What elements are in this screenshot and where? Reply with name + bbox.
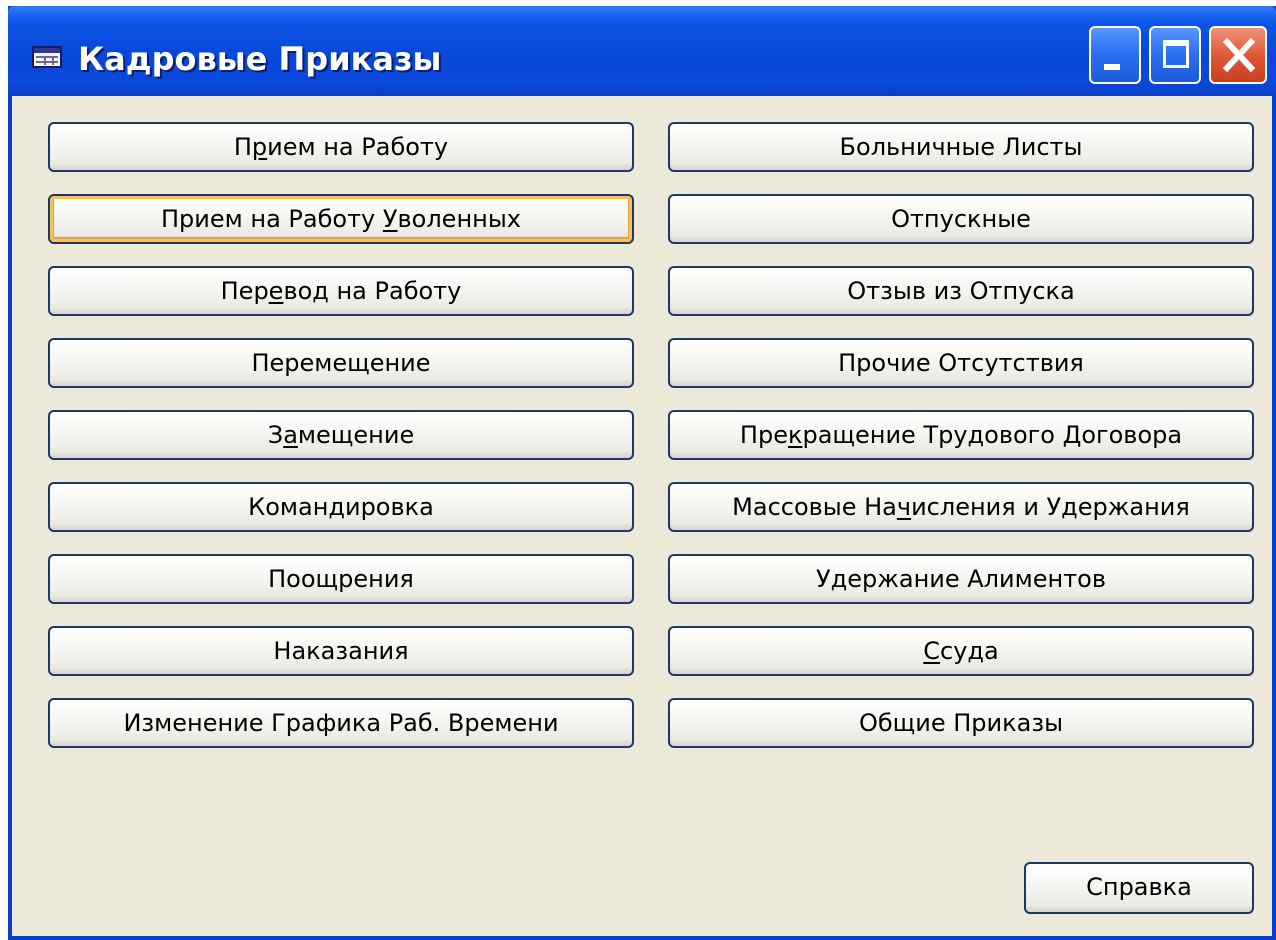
button-label: Прекращение Трудового Договора <box>739 421 1183 449</box>
sick-leave-button[interactable]: Больничные Листы <box>668 122 1254 172</box>
mass-accruals-button[interactable]: Массовые Начисления и Удержания <box>668 482 1254 532</box>
business-trip-button[interactable]: Командировка <box>48 482 634 532</box>
general-orders-button[interactable]: Общие Приказы <box>668 698 1254 748</box>
title-bar[interactable]: Кадровые Приказы <box>8 6 1276 96</box>
button-label: Наказания <box>273 637 409 665</box>
maximize-button[interactable] <box>1149 26 1201 84</box>
loan-button[interactable]: Ссуда <box>668 626 1254 676</box>
button-label: Отзыв из Отпуска <box>847 277 1075 305</box>
button-label: Изменение Графика Раб. Времени <box>123 709 559 737</box>
button-label: Больничные Листы <box>839 133 1083 161</box>
window-title: Кадровые Приказы <box>78 40 442 78</box>
button-label: Перевод на Работу <box>220 277 462 305</box>
close-button[interactable] <box>1209 26 1267 84</box>
button-label: Удержание Алиментов <box>816 565 1106 593</box>
button-label: Ссуда <box>923 637 999 665</box>
button-label: Поощрения <box>268 565 414 593</box>
minimize-icon <box>1104 64 1120 70</box>
other-absences-button[interactable]: Прочие Отсутствия <box>668 338 1254 388</box>
contract-termination-button[interactable]: Прекращение Трудового Договора <box>668 410 1254 460</box>
help-button-label: Справка <box>1086 873 1192 901</box>
rehire-dismissed-button[interactable]: Прием на Работу Уволенных <box>48 194 634 244</box>
hire-button[interactable]: Прием на Работу <box>48 122 634 172</box>
button-label: Отпускные <box>891 205 1031 233</box>
substitution-button[interactable]: Замещение <box>48 410 634 460</box>
schedule-change-button[interactable]: Изменение Графика Раб. Времени <box>48 698 634 748</box>
button-label: Прочие Отсутствия <box>838 349 1084 377</box>
button-label: Прием на Работу <box>233 133 449 161</box>
relocation-button[interactable]: Перемещение <box>48 338 634 388</box>
button-label: Массовые Начисления и Удержания <box>732 493 1190 521</box>
penalties-button[interactable]: Наказания <box>48 626 634 676</box>
dialog-client-area: Прием на Работу Прием на Работу Уволенны… <box>12 96 1272 936</box>
button-label: Общие Приказы <box>858 709 1064 737</box>
button-label: Командировка <box>248 493 434 521</box>
maximize-icon <box>1163 40 1189 68</box>
rewards-button[interactable]: Поощрения <box>48 554 634 604</box>
transfer-button[interactable]: Перевод на Работу <box>48 266 634 316</box>
help-button[interactable]: Справка <box>1024 862 1254 914</box>
button-label: Замещение <box>267 421 415 449</box>
table-icon[interactable] <box>32 46 62 68</box>
alimony-button[interactable]: Удержание Алиментов <box>668 554 1254 604</box>
app-window: Кадровые Приказы Прием на Работу Прием н… <box>8 6 1276 940</box>
button-label: Прием на Работу Уволенных <box>161 205 521 233</box>
vacation-button[interactable]: Отпускные <box>668 194 1254 244</box>
minimize-button[interactable] <box>1089 26 1141 84</box>
vacation-recall-button[interactable]: Отзыв из Отпуска <box>668 266 1254 316</box>
close-icon <box>1222 37 1256 73</box>
button-label: Перемещение <box>251 349 431 377</box>
